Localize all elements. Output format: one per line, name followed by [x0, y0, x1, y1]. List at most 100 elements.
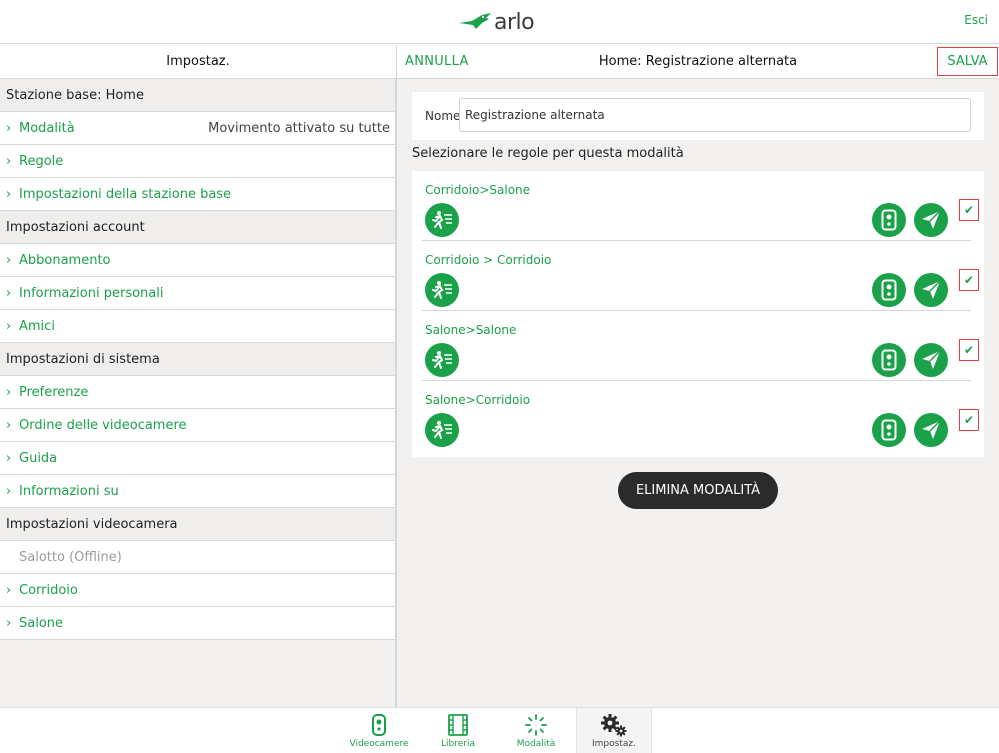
hummingbird-icon [459, 13, 491, 29]
send-notification-icon[interactable] [914, 343, 948, 377]
menu-item-label: Guida [19, 450, 58, 466]
exit-link[interactable]: Esci [964, 13, 988, 27]
motion-trigger-icon [425, 203, 459, 237]
rule-item: Corridoio > Corridoio ✔ [412, 241, 984, 311]
menu-item-help[interactable]: › Guida [0, 442, 395, 475]
menu-item-camera-offline: Salotto (Offline) [0, 541, 395, 574]
logo-text: arlo [494, 9, 535, 35]
settings-header: Impostaz. [0, 45, 396, 79]
motion-trigger-icon [425, 343, 459, 377]
nav-label: Videocamere [349, 739, 409, 749]
chevron-right-icon: › [6, 384, 12, 400]
chevron-right-icon: › [6, 318, 12, 334]
film-icon [448, 713, 468, 737]
chevron-right-icon: › [6, 450, 12, 466]
menu-item-label: Amici [19, 318, 55, 334]
rule-checkbox[interactable]: ✔ [959, 269, 979, 291]
section-base-station: Stazione base: Home [0, 79, 395, 112]
checkmark-icon: ✔ [963, 343, 975, 357]
section-label: Impostazioni videocamera [6, 516, 178, 532]
menu-item-label: Modalità [19, 120, 75, 136]
save-button[interactable]: SALVA [937, 47, 998, 76]
chevron-right-icon: › [6, 615, 12, 631]
name-card: Nome [412, 92, 984, 140]
delete-mode-button[interactable]: ELIMINA MODALITÀ [618, 472, 778, 509]
menu-item-about[interactable]: › Informazioni su [0, 475, 395, 508]
chevron-right-icon: › [6, 252, 12, 268]
menu-item-camera-corridoio[interactable]: › Corridoio [0, 574, 395, 607]
section-camera: Impostazioni videocamera [0, 508, 395, 541]
menu-item-label: Salone [19, 615, 64, 631]
menu-item-label: Regole [19, 153, 64, 169]
cancel-button[interactable]: ANNULLA [405, 54, 469, 69]
section-label: Impostazioni di sistema [6, 351, 160, 367]
camera-icon [372, 713, 386, 737]
nav-cameras[interactable]: Videocamere [341, 708, 417, 753]
menu-item-friends[interactable]: › Amici [0, 310, 395, 343]
record-action-icon[interactable] [872, 273, 906, 307]
rule-name: Salone>Corridoio [425, 393, 531, 407]
record-action-icon[interactable] [872, 413, 906, 447]
name-label: Nome [425, 109, 461, 123]
section-label: Impostazioni account [6, 219, 145, 235]
menu-item-label: Impostazioni della stazione base [19, 186, 232, 202]
section-account: Impostazioni account [0, 211, 395, 244]
top-bar: arlo Esci [0, 0, 999, 44]
rule-name: Corridoio > Corridoio [425, 253, 552, 267]
menu-item-label: Preferenze [19, 384, 89, 400]
checkmark-icon: ✔ [963, 413, 975, 427]
gears-icon [599, 713, 629, 737]
checkmark-icon: ✔ [963, 203, 975, 217]
record-action-icon[interactable] [872, 343, 906, 377]
nav-label: Libreria [441, 739, 475, 749]
chevron-right-icon: › [6, 153, 12, 169]
record-action-icon[interactable] [872, 203, 906, 237]
rules-title: Selezionare le regole per questa modalit… [412, 146, 684, 161]
rules-list: Corridoio>Salone ✔ Corridoio > Corridoio [412, 171, 984, 457]
chevron-right-icon: › [6, 417, 12, 433]
mode-editor: Nome Selezionare le regole per questa mo… [397, 79, 999, 707]
menu-item-base-station-settings[interactable]: › Impostazioni della stazione base [0, 178, 395, 211]
menu-item-rules[interactable]: › Regole [0, 145, 395, 178]
menu-item-modes[interactable]: › Modalità Movimento attivato su tutte [0, 112, 395, 145]
section-system: Impostazioni di sistema [0, 343, 395, 376]
rule-item: Salone>Corridoio ✔ [412, 381, 984, 451]
menu-item-camera-salone[interactable]: › Salone [0, 607, 395, 640]
chevron-right-icon: › [6, 120, 12, 136]
motion-trigger-icon [425, 273, 459, 307]
rule-item: Corridoio>Salone ✔ [412, 171, 984, 241]
settings-menu: Stazione base: Home › Modalità Movimento a… [0, 79, 396, 707]
mode-name-input[interactable] [459, 98, 971, 132]
menu-item-label: Informazioni personali [19, 285, 164, 301]
nav-library[interactable]: Libreria [420, 708, 496, 753]
motion-trigger-icon [425, 413, 459, 447]
menu-item-label: Informazioni su [19, 483, 119, 499]
modes-icon [525, 713, 547, 737]
menu-item-preferences[interactable]: › Preferenze [0, 376, 395, 409]
menu-item-subscription[interactable]: › Abbonamento [0, 244, 395, 277]
chevron-right-icon: › [6, 483, 12, 499]
nav-modes[interactable]: Modalità [498, 708, 574, 753]
menu-item-personal-info[interactable]: › Informazioni personali [0, 277, 395, 310]
checkmark-icon: ✔ [963, 273, 975, 287]
menu-item-label: Corridoio [19, 582, 78, 598]
send-notification-icon[interactable] [914, 413, 948, 447]
menu-item-label: Salotto (Offline) [19, 549, 122, 565]
bottom-nav: Videocamere Libreria Modalità Impostaz. [0, 707, 999, 753]
rule-item: Salone>Salone ✔ [412, 311, 984, 381]
rule-checkbox[interactable]: ✔ [959, 199, 979, 221]
send-notification-icon[interactable] [914, 273, 948, 307]
menu-item-value: Movimento attivato su tutte [208, 120, 390, 136]
rule-checkbox[interactable]: ✔ [959, 409, 979, 431]
mode-header: Home: Registrazione alternata ANNULLA SA… [397, 45, 999, 79]
send-notification-icon[interactable] [914, 203, 948, 237]
rule-checkbox[interactable]: ✔ [959, 339, 979, 361]
nav-settings[interactable]: Impostaz. [576, 708, 652, 753]
chevron-right-icon: › [6, 186, 12, 202]
arlo-logo: arlo [458, 7, 535, 37]
rule-name: Corridoio>Salone [425, 183, 531, 197]
mode-title: Home: Registrazione alternata [598, 54, 798, 69]
rule-name: Salone>Salone [425, 323, 517, 337]
menu-item-camera-order[interactable]: › Ordine delle videocamere [0, 409, 395, 442]
nav-label: Modalità [516, 739, 556, 749]
